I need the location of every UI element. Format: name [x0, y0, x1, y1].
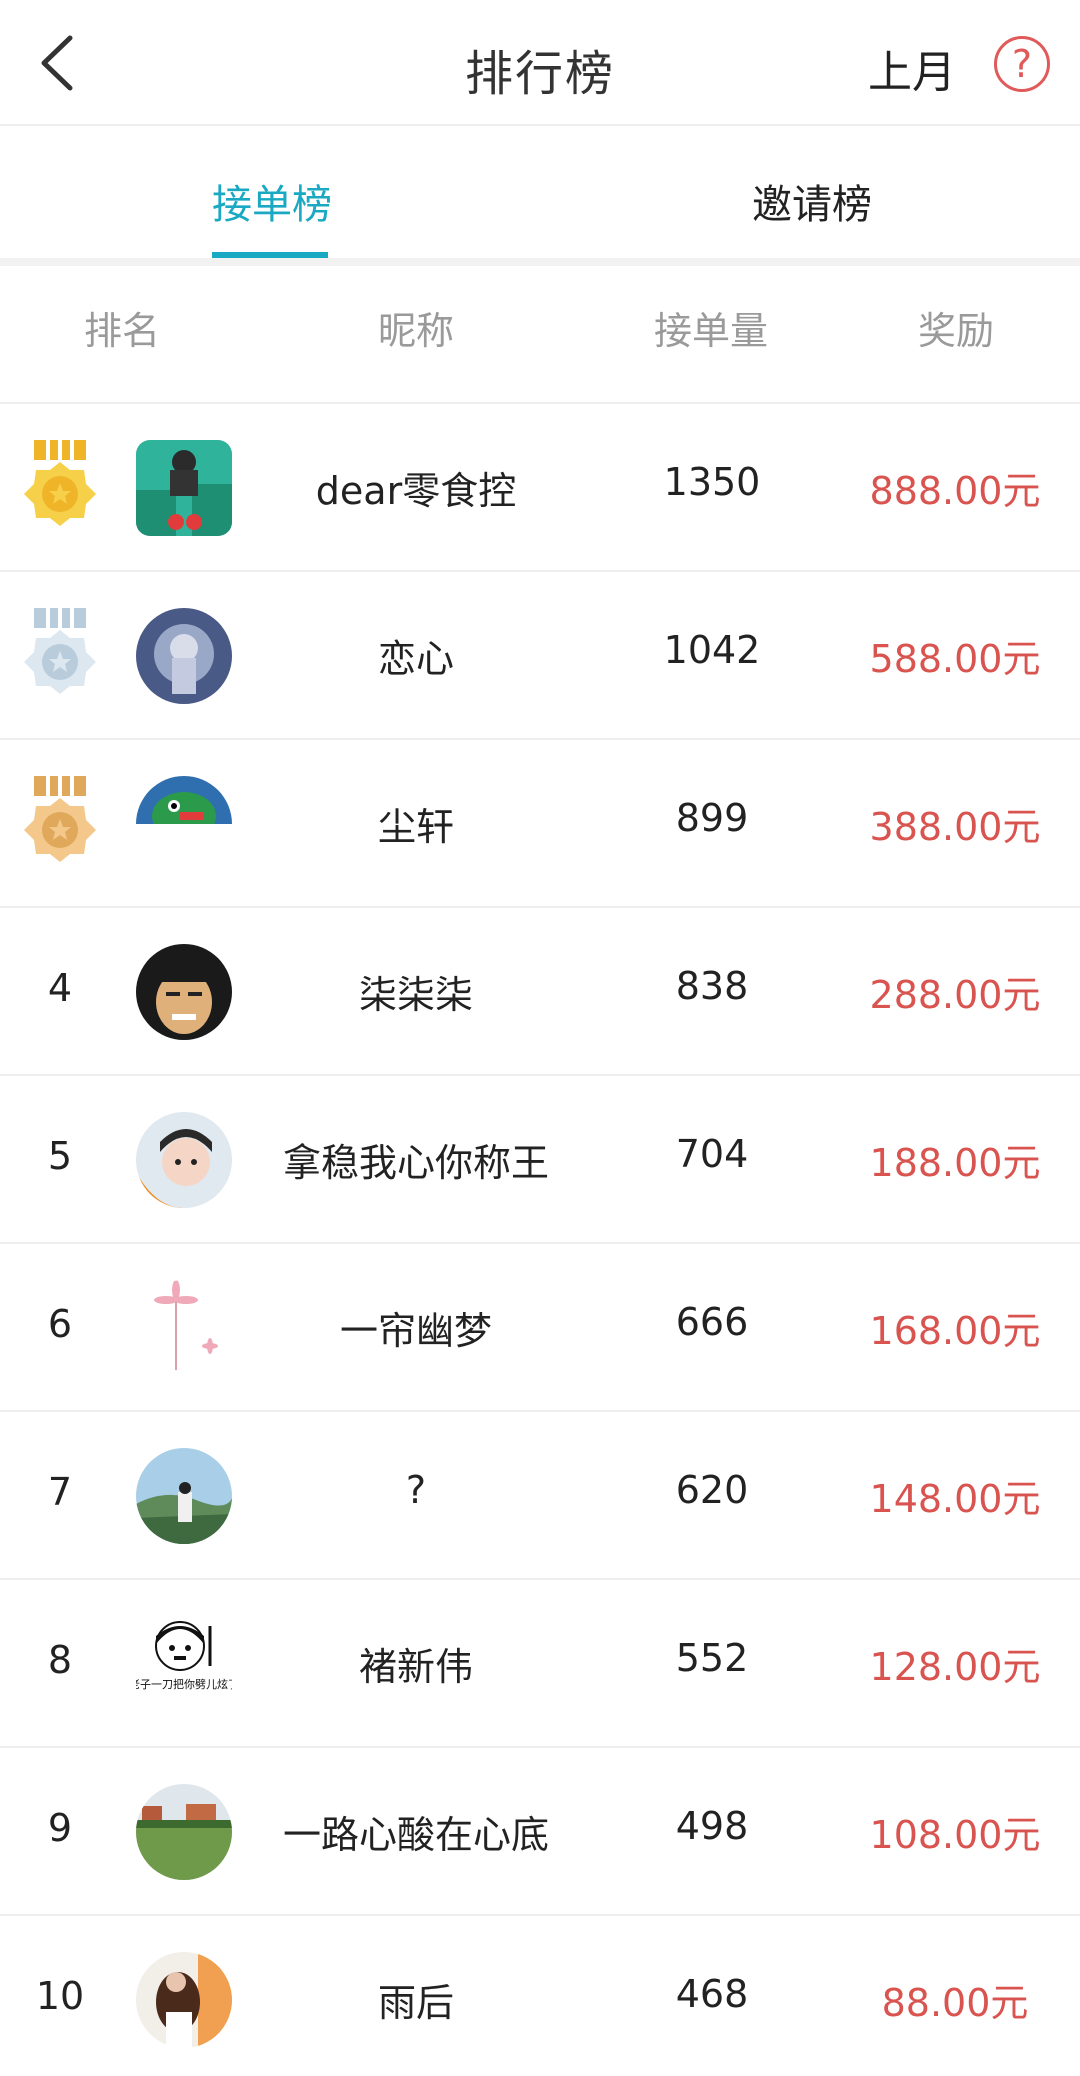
avatar-3-icon[interactable] — [136, 776, 232, 824]
column-header-count: 接单量 — [654, 309, 769, 353]
reward-amount: 188.00元 — [869, 1141, 1041, 1185]
order-count: 498 — [675, 1804, 749, 1848]
avatar-2-icon[interactable] — [136, 608, 232, 704]
order-count: 552 — [675, 1636, 749, 1680]
nickname: 雨后 — [377, 1981, 454, 2025]
divider — [0, 258, 1080, 266]
avatar-10-icon[interactable] — [136, 1952, 232, 2048]
order-count: 620 — [675, 1468, 749, 1512]
table-row[interactable]: 10 雨后 468 88.00元 — [0, 1916, 1080, 2076]
order-count: 1042 — [663, 628, 761, 672]
nickname: 拿稳我心你称王 — [282, 1141, 549, 1185]
order-count: 666 — [675, 1300, 749, 1344]
nickname: 柒柒柒 — [358, 973, 473, 1017]
nickname: 褚新伟 — [358, 1645, 473, 1689]
table-row[interactable]: 9 一路心酸在心底 498 108.00元 — [0, 1748, 1080, 1916]
tab-invite-ranking[interactable]: 邀请榜 — [752, 172, 872, 230]
tab-bar: 接单榜 邀请榜 — [0, 128, 1080, 258]
column-header-rank: 排名 — [84, 309, 161, 353]
rank-number: 7 — [47, 1470, 73, 1514]
avatar-7-icon[interactable] — [136, 1448, 232, 1544]
avatar-9-icon[interactable] — [136, 1784, 232, 1880]
reward-amount: 128.00元 — [869, 1645, 1041, 1689]
ranking-list: dear零食控 1350 888.00元 恋心 1042 588.00元 尘轩 … — [0, 404, 1080, 2076]
table-header: 排名 昵称 接单量 奖励 — [0, 266, 1080, 404]
reward-amount: 288.00元 — [869, 973, 1041, 1017]
avatar-6-icon[interactable] — [136, 1280, 232, 1376]
table-row[interactable]: 4 柒柒柒 838 288.00元 — [0, 908, 1080, 1076]
nickname: ? — [405, 1468, 427, 1512]
nickname: 一路心酸在心底 — [282, 1813, 549, 1857]
table-row[interactable]: 恋心 1042 588.00元 — [0, 572, 1080, 740]
reward-amount: 888.00元 — [869, 469, 1041, 513]
gold-medal-icon — [24, 440, 96, 526]
rank-number: 6 — [47, 1302, 73, 1346]
top-bar: 排行榜 上月 ? — [0, 0, 1080, 126]
rank-number: 8 — [47, 1638, 73, 1682]
rank-number: 9 — [47, 1806, 73, 1850]
table-row[interactable]: 5 拿稳我心你称王 704 188.00元 — [0, 1076, 1080, 1244]
order-count: 838 — [675, 964, 749, 1008]
nickname: 一帘幽梦 — [339, 1309, 492, 1353]
reward-amount: 588.00元 — [869, 637, 1041, 681]
avatar-1-icon[interactable] — [136, 440, 232, 536]
nickname: 尘轩 — [377, 805, 454, 849]
nickname: dear零食控 — [315, 469, 517, 513]
tab-orders-ranking[interactable]: 接单榜 — [212, 172, 332, 230]
avatar-5-icon[interactable] — [136, 1112, 232, 1208]
table-row[interactable]: 6 一帘幽梦 666 168.00元 — [0, 1244, 1080, 1412]
column-header-reward: 奖励 — [918, 309, 995, 353]
reward-amount: 88.00元 — [881, 1981, 1029, 2025]
reward-amount: 148.00元 — [869, 1477, 1041, 1521]
rank-number: 4 — [47, 966, 73, 1010]
avatar-8-icon[interactable]: 老子一刀把你劈儿炫了 — [136, 1616, 232, 1712]
column-header-nickname: 昵称 — [378, 309, 455, 353]
order-count: 1350 — [663, 460, 761, 504]
silver-medal-icon — [24, 608, 96, 694]
help-icon[interactable]: ? — [994, 36, 1050, 92]
order-count: 468 — [675, 1972, 749, 2016]
table-row[interactable]: 尘轩 899 388.00元 — [0, 740, 1080, 908]
avatar-caption: 老子一刀把你劈儿炫了 — [136, 1677, 232, 1691]
table-row[interactable]: 8 老子一刀把你劈儿炫了 褚新伟 552 128.00元 — [0, 1580, 1080, 1748]
bronze-medal-icon — [24, 776, 96, 862]
avatar-4-icon[interactable] — [136, 944, 232, 1040]
nickname: 恋心 — [377, 637, 454, 681]
reward-amount: 108.00元 — [869, 1813, 1041, 1857]
reward-amount: 168.00元 — [869, 1309, 1041, 1353]
rank-number: 10 — [35, 1974, 85, 2018]
table-row[interactable]: dear零食控 1350 888.00元 — [0, 404, 1080, 572]
period-selector[interactable]: 上月 — [868, 36, 956, 100]
reward-amount: 388.00元 — [869, 805, 1041, 849]
table-row[interactable]: 7 ? 620 148.00元 — [0, 1412, 1080, 1580]
order-count: 899 — [675, 796, 749, 840]
rank-number: 5 — [47, 1134, 73, 1178]
order-count: 704 — [675, 1132, 749, 1176]
